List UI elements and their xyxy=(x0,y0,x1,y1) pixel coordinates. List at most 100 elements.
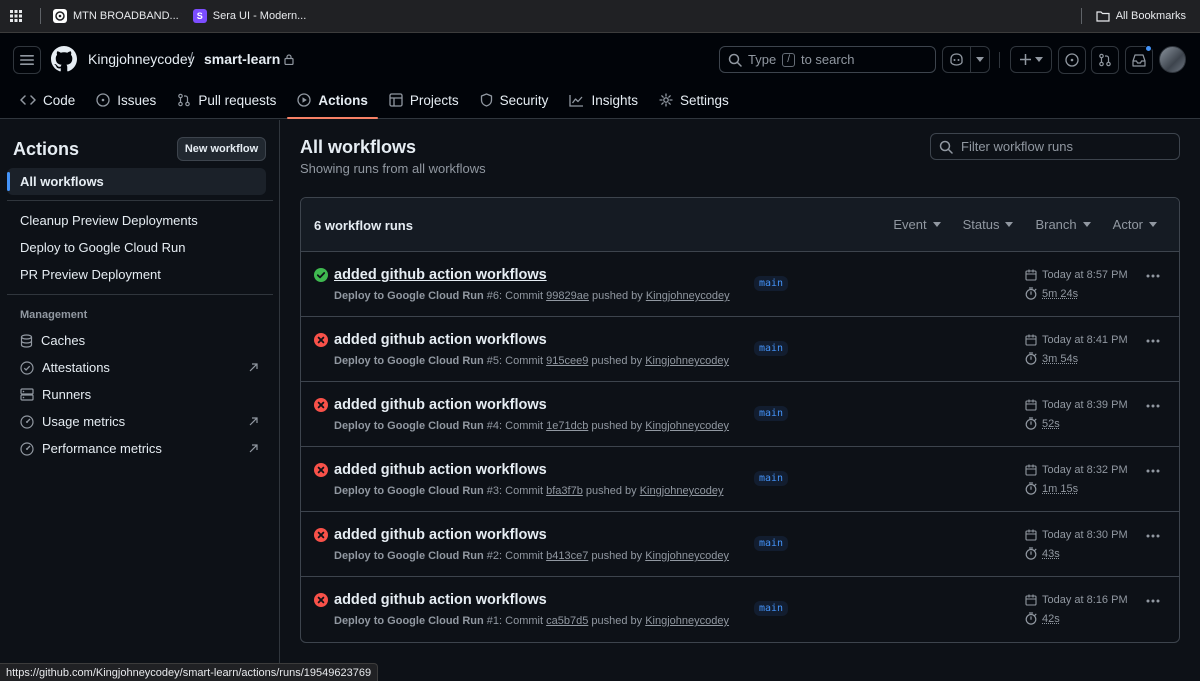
actor-link[interactable]: Kingjohneycodey xyxy=(645,550,729,562)
filter-branch[interactable]: Branch xyxy=(1035,217,1091,232)
branch-badge[interactable]: main xyxy=(754,536,789,551)
tab-code[interactable]: Code xyxy=(10,85,85,115)
apps-grid-icon[interactable] xyxy=(10,10,22,22)
chevron-down-icon xyxy=(1005,222,1014,227)
sidebar-item-attestations[interactable]: Attestations xyxy=(7,354,266,381)
all-bookmarks[interactable]: All Bookmarks xyxy=(1080,8,1186,24)
commit-sha-link[interactable]: 915cee9 xyxy=(546,355,588,367)
chevron-down-icon[interactable] xyxy=(971,57,989,62)
kebab-menu-icon[interactable] xyxy=(1146,274,1160,278)
workflow-run-row[interactable]: added github action workflows Deploy to G… xyxy=(301,252,1179,317)
actor-link[interactable]: Kingjohneycodey xyxy=(645,355,729,367)
actions-sidebar: Actions New workflow All workflows Clean… xyxy=(0,120,280,681)
sidebar-item-workflow[interactable]: Cleanup Preview Deployments xyxy=(7,207,266,234)
sidebar-item-caches[interactable]: Caches xyxy=(7,327,266,354)
x-circle-icon xyxy=(314,398,328,412)
sidebar-item-runners[interactable]: Runners xyxy=(7,381,266,408)
run-workflow-name: Deploy to Google Cloud Run xyxy=(334,355,484,367)
stopwatch-icon xyxy=(1025,287,1037,300)
filter-label: Actor xyxy=(1112,217,1143,232)
bookmark-sera-ui[interactable]: S Sera UI - Modern... xyxy=(192,9,306,23)
calendar-icon xyxy=(1025,269,1037,281)
branch-badge[interactable]: main xyxy=(754,341,789,356)
filter-event[interactable]: Event xyxy=(893,217,941,232)
new-workflow-button[interactable]: New workflow xyxy=(177,137,266,161)
breadcrumb-owner[interactable]: Kingjohneycodey xyxy=(88,51,195,67)
run-date: Today at 8:39 PM xyxy=(1025,399,1128,411)
filter-label: Status xyxy=(962,217,1000,232)
commit-word: Commit xyxy=(505,550,544,562)
run-duration-text: 3m 54s xyxy=(1042,352,1079,365)
branch-badge[interactable]: main xyxy=(754,406,789,421)
hamburger-menu-button[interactable] xyxy=(13,46,41,74)
branch-badge[interactable]: main xyxy=(754,601,789,616)
commit-sha-link[interactable]: bfa3f7b xyxy=(546,485,583,497)
commit-sha-link[interactable]: ca5b7d5 xyxy=(546,615,588,627)
run-title-link[interactable]: added github action workflows xyxy=(334,592,547,608)
sidebar-item-all-workflows[interactable]: All workflows xyxy=(7,168,266,195)
kebab-menu-icon[interactable] xyxy=(1146,534,1160,538)
tab-issues[interactable]: Issues xyxy=(86,85,166,115)
sidebar-item-workflow[interactable]: Deploy to Google Cloud Run xyxy=(7,234,266,261)
issues-button[interactable] xyxy=(1058,46,1086,74)
tab-projects[interactable]: Projects xyxy=(379,85,469,115)
filter-actor[interactable]: Actor xyxy=(1113,217,1157,232)
tab-actions[interactable]: Actions xyxy=(287,85,378,119)
commit-sha-link[interactable]: b413ce7 xyxy=(546,550,588,562)
sidebar-item-label: Performance metrics xyxy=(42,441,162,456)
workflow-run-row[interactable]: added github action workflows Deploy to G… xyxy=(301,317,1179,382)
kebab-menu-icon[interactable] xyxy=(1146,599,1160,603)
actor-link[interactable]: Kingjohneycodey xyxy=(640,485,724,497)
bookmark-mtn[interactable]: MTN BROADBAND... xyxy=(53,9,179,23)
commit-sha-link[interactable]: 1e71dcb xyxy=(546,420,588,432)
run-title-link[interactable]: added github action workflows xyxy=(334,332,547,348)
sidebar-item-label: Cleanup Preview Deployments xyxy=(20,213,198,228)
kebab-menu-icon[interactable] xyxy=(1146,404,1160,408)
tab-settings[interactable]: Settings xyxy=(649,85,739,115)
filter-workflow-runs-input[interactable]: Filter workflow runs xyxy=(930,133,1180,160)
workflow-run-row[interactable]: added github action workflows Deploy to G… xyxy=(301,382,1179,447)
page-subtitle: Showing runs from all workflows xyxy=(300,161,486,176)
run-duration: 3m 54s xyxy=(1025,352,1078,365)
actor-link[interactable]: Kingjohneycodey xyxy=(645,420,729,432)
workflow-run-row[interactable]: added github action workflows Deploy to G… xyxy=(301,447,1179,512)
table-icon xyxy=(389,93,403,107)
copilot-icon[interactable] xyxy=(943,47,971,72)
workflow-run-row[interactable]: added github action workflows Deploy to G… xyxy=(301,577,1179,642)
run-meta: Deploy to Google Cloud Run #3: Commit bf… xyxy=(334,485,724,497)
tab-label: Settings xyxy=(679,92,729,108)
run-title-link[interactable]: added github action workflows xyxy=(334,267,547,283)
sidebar-item-performance-metrics[interactable]: Performance metrics xyxy=(7,435,266,462)
run-date-text: Today at 8:41 PM xyxy=(1042,334,1128,346)
kebab-menu-icon[interactable] xyxy=(1146,469,1160,473)
branch-badge[interactable]: main xyxy=(754,471,789,486)
sidebar-item-workflow[interactable]: PR Preview Deployment xyxy=(7,261,266,288)
calendar-icon xyxy=(1025,529,1037,541)
kebab-menu-icon[interactable] xyxy=(1146,339,1160,343)
github-logo-icon[interactable] xyxy=(51,46,77,72)
tab-insights[interactable]: Insights xyxy=(559,85,648,115)
run-title-link[interactable]: added github action workflows xyxy=(334,397,547,413)
check-circle-icon xyxy=(314,268,328,282)
pull-requests-button[interactable] xyxy=(1091,46,1119,74)
actor-link[interactable]: Kingjohneycodey xyxy=(646,290,730,302)
tab-pull-requests[interactable]: Pull requests xyxy=(167,85,286,115)
run-title-link[interactable]: added github action workflows xyxy=(334,462,547,478)
branch-badge[interactable]: main xyxy=(754,276,789,291)
sidebar-item-usage-metrics[interactable]: Usage metrics xyxy=(7,408,266,435)
actor-link[interactable]: Kingjohneycodey xyxy=(645,615,729,627)
run-workflow-name: Deploy to Google Cloud Run xyxy=(334,615,484,627)
run-date: Today at 8:41 PM xyxy=(1025,334,1128,346)
commit-sha-link[interactable]: 99829ae xyxy=(546,290,589,302)
breadcrumb-repo[interactable]: smart-learn xyxy=(204,51,294,67)
create-new-button[interactable] xyxy=(1010,46,1052,73)
workflow-run-row[interactable]: added github action workflows Deploy to G… xyxy=(301,512,1179,577)
run-title-link[interactable]: added github action workflows xyxy=(334,527,547,543)
tab-security[interactable]: Security xyxy=(470,85,559,115)
run-meta: Deploy to Google Cloud Run #5: Commit 91… xyxy=(334,355,730,367)
filter-status[interactable]: Status xyxy=(963,217,1014,232)
user-avatar[interactable] xyxy=(1159,46,1186,73)
chevron-down-icon xyxy=(932,222,941,227)
global-search-button[interactable]: Type / to search xyxy=(719,46,936,73)
x-circle-icon xyxy=(314,463,328,477)
